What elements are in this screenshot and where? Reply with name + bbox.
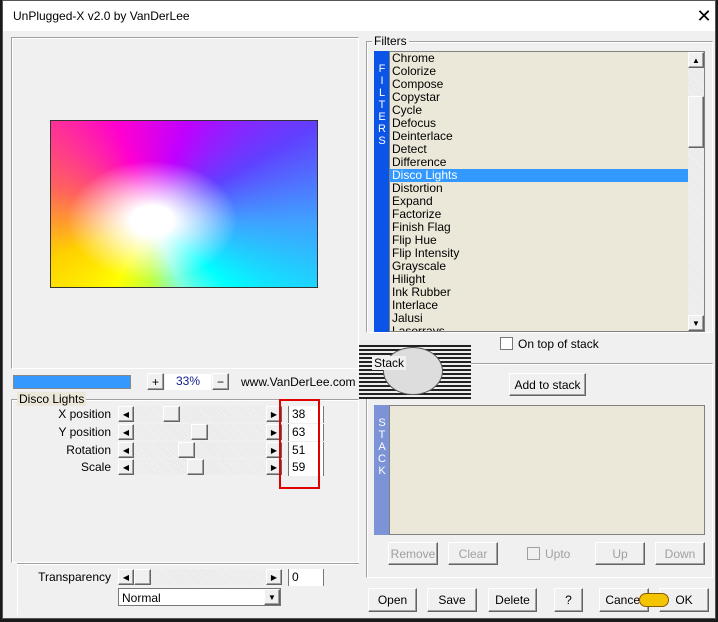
window-title: UnPlugged-X v2.0 by VanDerLee: [13, 9, 190, 23]
zoom-out-button[interactable]: −: [212, 373, 229, 390]
filter-item[interactable]: Distortion: [390, 182, 688, 195]
filter-item[interactable]: Grayscale: [390, 260, 688, 273]
preview-image[interactable]: [50, 120, 318, 288]
band-letter: T: [378, 429, 386, 441]
filter-item[interactable]: Lasorrays: [390, 325, 688, 332]
scroll-up-arrow[interactable]: ▲: [688, 52, 704, 68]
filter-item[interactable]: Interlace: [390, 299, 688, 312]
param-label: X position: [58, 407, 111, 421]
stack-band: STACK: [374, 405, 390, 535]
band-letter: C: [378, 453, 386, 465]
annotation-highlight: [279, 399, 320, 489]
transparency-right-arrow[interactable]: ▶: [266, 569, 282, 585]
pointing-hand-icon: [639, 593, 669, 607]
down-button[interactable]: Down: [655, 542, 705, 565]
dialog-window: UnPlugged-X v2.0 by VanDerLee ✕ + 33% − …: [2, 0, 716, 619]
param-left-arrow[interactable]: ◀: [118, 459, 134, 475]
scroll-thumb[interactable]: [688, 96, 704, 148]
zoom-level: 33%: [165, 374, 211, 390]
params-group-label: Disco Lights: [17, 392, 87, 406]
band-letter: F: [378, 63, 386, 75]
stack-list[interactable]: [389, 405, 705, 535]
param-left-arrow[interactable]: ◀: [118, 424, 134, 440]
param-slider-thumb[interactable]: [187, 459, 204, 475]
param-slider[interactable]: [134, 442, 266, 458]
transparency-value[interactable]: 0: [288, 569, 324, 586]
param-slider-thumb[interactable]: [163, 406, 180, 422]
open-button[interactable]: Open: [368, 588, 417, 612]
filters-group-label: Filters: [372, 34, 409, 48]
on-top-label: On top of stack: [518, 337, 599, 351]
filter-item[interactable]: Copystar: [390, 91, 688, 104]
stack-group-label: Stack: [372, 356, 407, 370]
filters-band: FILTERS: [374, 51, 390, 332]
help-button[interactable]: ?: [554, 588, 583, 612]
filter-item[interactable]: Deinterlace: [390, 130, 688, 143]
param-left-arrow[interactable]: ◀: [118, 442, 134, 458]
chevron-down-icon[interactable]: ▼: [264, 589, 280, 605]
param-slider-thumb[interactable]: [178, 442, 195, 458]
title-bar: UnPlugged-X v2.0 by VanDerLee ✕: [3, 1, 715, 31]
watermark-logo: [359, 343, 471, 399]
blend-mode-value: Normal: [122, 591, 161, 605]
filters-list[interactable]: Chrome Colorize Compose Copystar Cycle Defocu…: [389, 51, 705, 332]
band-letter: T: [378, 99, 386, 111]
transparency-thumb[interactable]: [134, 569, 151, 585]
remove-button[interactable]: Remove: [388, 542, 438, 565]
band-letter: L: [378, 87, 386, 99]
save-button[interactable]: Save: [427, 588, 477, 612]
clear-button[interactable]: Clear: [448, 542, 498, 565]
band-letter: E: [378, 111, 386, 123]
delete-button[interactable]: Delete: [488, 588, 537, 612]
website-link[interactable]: www.VanDerLee.com: [241, 375, 356, 389]
param-label: Y position: [58, 425, 111, 439]
param-slider-thumb[interactable]: [191, 424, 208, 440]
blend-mode-select[interactable]: Normal ▼: [118, 588, 281, 606]
band-letter: K: [378, 465, 386, 477]
upto-checkbox[interactable]: [527, 547, 540, 560]
band-letter: S: [378, 135, 386, 147]
band-letter: S: [378, 417, 386, 429]
band-letter: R: [378, 123, 386, 135]
add-to-stack-button[interactable]: Add to stack: [509, 373, 586, 396]
up-button[interactable]: Up: [595, 542, 645, 565]
param-label: Scale: [80, 460, 111, 474]
on-top-checkbox[interactable]: [500, 337, 513, 350]
filters-scrollbar[interactable]: ▲ ▼: [688, 52, 704, 331]
close-icon[interactable]: ✕: [693, 5, 715, 27]
band-letter: I: [380, 75, 384, 87]
param-left-arrow[interactable]: ◀: [118, 406, 134, 422]
zoom-in-button[interactable]: +: [147, 373, 164, 390]
transparency-label: Transparency: [38, 570, 111, 584]
param-slider[interactable]: [134, 406, 266, 422]
preview-panel: [11, 37, 359, 369]
progress-bar: [13, 375, 131, 389]
band-letter: A: [378, 441, 386, 453]
transparency-slider[interactable]: [134, 569, 266, 585]
transparency-left-arrow[interactable]: ◀: [118, 569, 134, 585]
param-label: Rotation: [66, 443, 111, 457]
scroll-down-arrow[interactable]: ▼: [688, 315, 704, 331]
upto-label: Upto: [545, 547, 571, 561]
